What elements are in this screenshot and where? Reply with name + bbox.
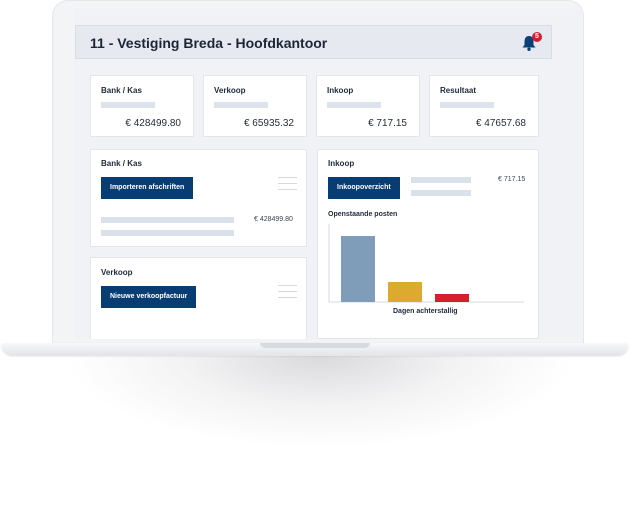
stat-label: Resultaat [440, 86, 477, 95]
laptop-lid: 11 - Vestiging Breda - Hoofdkantoor 5 Ba… [52, 0, 584, 345]
page-header: 11 - Vestiging Breda - Hoofdkantoor 5 [75, 25, 552, 59]
stat-card-bank[interactable]: Bank / Kas € 428499.80 [90, 75, 194, 137]
notification-badge: 5 [532, 32, 542, 42]
chart-bar-2 [388, 282, 422, 302]
stat-placeholder [440, 102, 494, 108]
app-screen: 11 - Vestiging Breda - Hoofdkantoor 5 Ba… [75, 9, 582, 339]
card-title: Verkoop [101, 268, 133, 277]
stat-placeholder [327, 102, 381, 108]
card-title: Bank / Kas [101, 159, 142, 168]
page-title: 11 - Vestiging Breda - Hoofdkantoor [90, 35, 328, 51]
stat-placeholder [101, 102, 155, 108]
stat-label: Bank / Kas [101, 86, 142, 95]
chart-bar-1 [341, 236, 375, 302]
new-sales-invoice-button[interactable]: Nieuwe verkoopfactuur [101, 286, 197, 308]
stat-card-verkoop[interactable]: Verkoop € 65935.32 [203, 75, 307, 137]
stat-amount: € 717.15 [368, 118, 407, 129]
inkoop-card: Inkoop Inkoopoverzicht € 717.15 Openstaa… [317, 149, 539, 339]
stat-amount: € 428499.80 [125, 118, 181, 129]
laptop-notch [260, 343, 370, 348]
stat-amount: € 65935.32 [243, 118, 294, 129]
chart-title: Openstaande posten [328, 211, 398, 218]
verkoop-card: Verkoop Nieuwe verkoopfactuur [90, 257, 307, 339]
chart-xlabel: Dagen achterstallig [393, 308, 458, 315]
stat-amount: € 47657.68 [475, 118, 526, 129]
stat-placeholder [214, 102, 268, 108]
hamburger-icon[interactable] [278, 177, 297, 191]
inkoop-amount: € 717.15 [498, 176, 526, 183]
hamburger-icon[interactable] [278, 285, 297, 299]
stat-label: Verkoop [214, 86, 246, 95]
stat-label: Inkoop [327, 86, 354, 95]
placeholder-line [411, 177, 471, 183]
stat-card-inkoop[interactable]: Inkoop € 717.15 [316, 75, 420, 137]
bank-amount: € 428499.80 [254, 216, 293, 223]
card-title: Inkoop [328, 159, 355, 168]
placeholder-line [411, 190, 471, 196]
purchase-overview-button[interactable]: Inkoopoverzicht [328, 177, 400, 199]
stat-card-resultaat[interactable]: Resultaat € 47657.68 [429, 75, 539, 137]
bank-card: Bank / Kas Importeren afschriften € 4284… [90, 149, 307, 247]
import-statements-button[interactable]: Importeren afschriften [101, 177, 194, 199]
open-items-chart [328, 224, 524, 303]
placeholder-line [101, 217, 234, 223]
laptop-shadow [70, 356, 570, 446]
placeholder-line [101, 230, 234, 236]
chart-bar-3 [435, 294, 469, 302]
